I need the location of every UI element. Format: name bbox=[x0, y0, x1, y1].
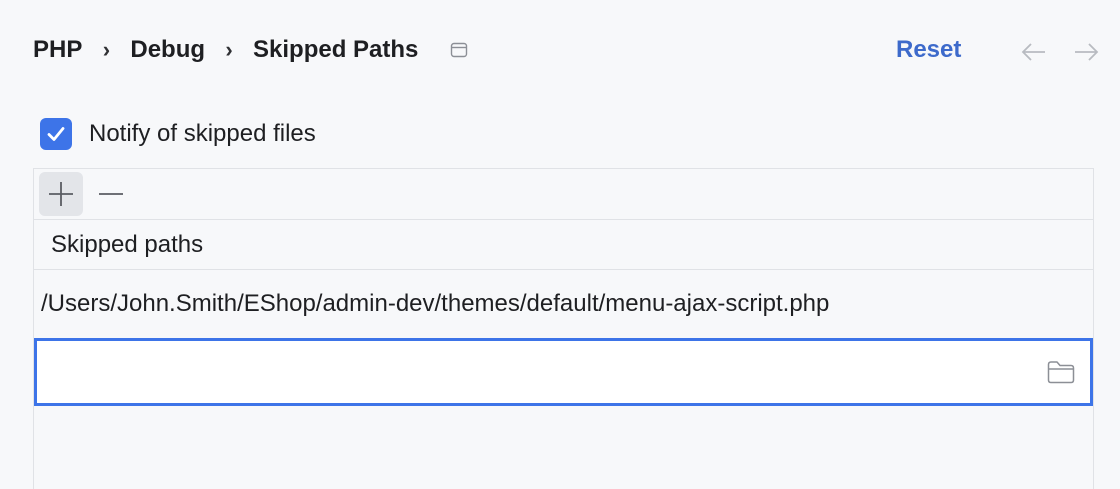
remove-path-button[interactable] bbox=[89, 172, 133, 216]
folder-icon[interactable] bbox=[1046, 359, 1076, 385]
notify-skipped-files-option[interactable]: Notify of skipped files bbox=[40, 117, 316, 151]
breadcrumb-php[interactable]: PHP bbox=[33, 36, 82, 64]
add-path-button[interactable] bbox=[39, 172, 83, 216]
path-input[interactable] bbox=[37, 341, 1046, 403]
arrow-right-icon[interactable] bbox=[1072, 40, 1100, 64]
minus-icon bbox=[99, 193, 123, 195]
notify-checkbox-label[interactable]: Notify of skipped files bbox=[89, 120, 316, 148]
breadcrumb-debug[interactable]: Debug bbox=[130, 36, 205, 64]
checkmark-icon bbox=[47, 127, 65, 141]
window-pin-icon[interactable] bbox=[450, 41, 468, 59]
path-edit-row[interactable] bbox=[34, 338, 1093, 406]
table-toolbar bbox=[34, 169, 1093, 220]
plus-icon bbox=[49, 182, 73, 206]
arrow-left-icon[interactable] bbox=[1020, 40, 1048, 64]
notify-checkbox[interactable] bbox=[40, 118, 72, 150]
breadcrumb: PHP › Debug › Skipped Paths bbox=[33, 30, 468, 70]
breadcrumb-separator: › bbox=[102, 37, 111, 62]
page-title: Skipped Paths bbox=[253, 36, 419, 63]
skipped-paths-table: Skipped paths /Users/John.Smith/EShop/ad… bbox=[33, 168, 1094, 489]
table-row[interactable]: /Users/John.Smith/EShop/admin-dev/themes… bbox=[34, 270, 1093, 338]
column-header-skipped-paths: Skipped paths bbox=[34, 220, 1093, 270]
reset-link[interactable]: Reset bbox=[896, 30, 961, 70]
breadcrumb-separator: › bbox=[225, 37, 233, 62]
